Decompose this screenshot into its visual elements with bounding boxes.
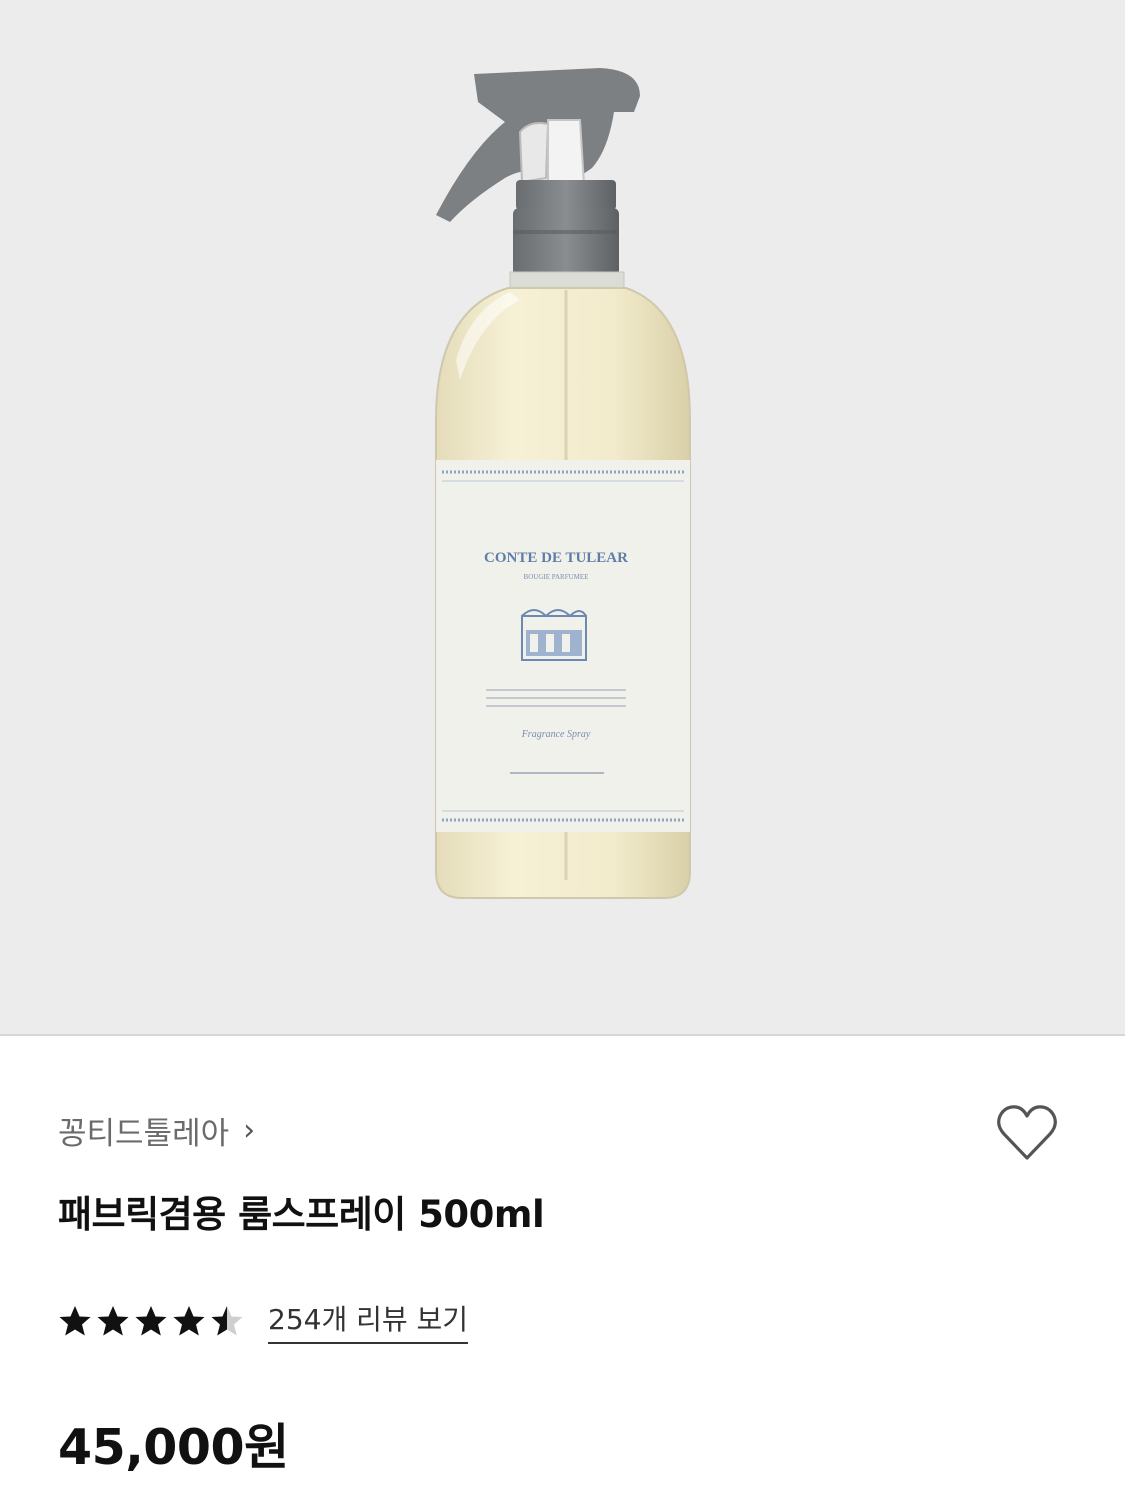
product-image-area[interactable]: CONTE DE TULEAR BOUGIE PARFUMEE Fragranc… bbox=[0, 0, 1125, 1036]
star-icon bbox=[135, 1306, 167, 1336]
star-icon bbox=[59, 1306, 91, 1336]
star-icon bbox=[97, 1306, 129, 1336]
product-title: 패브릭겸용 룸스프레이 500ml bbox=[58, 1193, 545, 1236]
rating-row: 254개 리뷰 보기 bbox=[58, 1298, 469, 1344]
label-brand: CONTE DE TULEAR bbox=[484, 550, 628, 566]
heart-outline-icon[interactable] bbox=[994, 1100, 1060, 1166]
star-icon bbox=[173, 1306, 205, 1336]
star-icon bbox=[211, 1306, 243, 1336]
chevron-right-icon: › bbox=[243, 1113, 256, 1148]
label-script: Fragrance Spray bbox=[521, 729, 591, 740]
star-rating bbox=[58, 1304, 244, 1338]
label-sub: BOUGIE PARFUMEE bbox=[524, 573, 589, 581]
product-price: 45,000원 bbox=[58, 1419, 289, 1476]
brand-name: 꽁티드툴레아 bbox=[58, 1116, 230, 1152]
review-link[interactable]: 254개 리뷰 보기 bbox=[268, 1298, 469, 1344]
brand-link[interactable]: 꽁티드툴레아 › bbox=[58, 1108, 255, 1153]
product-image: CONTE DE TULEAR BOUGIE PARFUMEE Fragranc… bbox=[435, 68, 691, 899]
